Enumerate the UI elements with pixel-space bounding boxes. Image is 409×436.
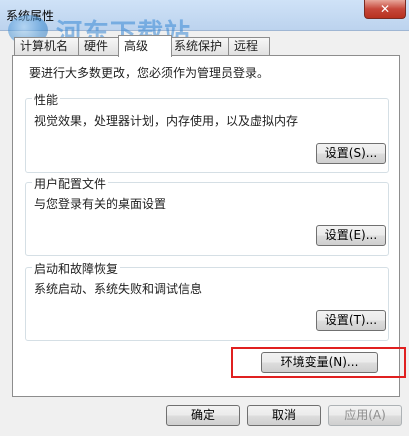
performance-title: 性能 — [32, 91, 61, 108]
performance-group: 性能 视觉效果，处理器计划，内存使用，以及虚拟内存 设置(S)... — [25, 91, 389, 173]
startup-desc: 系统启动、系统失败和调试信息 — [34, 282, 203, 296]
startup-recovery-group: 启动和故障恢复 系统启动、系统失败和调试信息 设置(T)... — [25, 260, 389, 341]
title-bar: 系统属性 ✕ — [0, 0, 409, 31]
user-profiles-group: 用户配置文件 与您登录有关的桌面设置 设置(E)... — [25, 175, 389, 256]
tab-system-protection[interactable]: 系统保护 — [168, 37, 234, 55]
performance-settings-button[interactable]: 设置(S)... — [316, 143, 386, 164]
user-profiles-settings-button[interactable]: 设置(E)... — [316, 225, 386, 246]
tab-remote[interactable]: 远程 — [228, 37, 270, 55]
tab-computer-name[interactable]: 计算机名 — [14, 37, 80, 55]
close-button[interactable]: ✕ — [364, 0, 406, 19]
user-profiles-desc: 与您登录有关的桌面设置 — [34, 197, 167, 211]
cancel-button[interactable]: 取消 — [247, 405, 321, 426]
user-profiles-title: 用户配置文件 — [32, 175, 109, 192]
environment-variables-button[interactable]: 环境变量(N)... — [261, 352, 378, 373]
startup-title: 启动和故障恢复 — [32, 260, 121, 277]
ok-button[interactable]: 确定 — [166, 405, 240, 426]
close-icon: ✕ — [379, 2, 391, 16]
performance-desc: 视觉效果，处理器计划，内存使用，以及虚拟内存 — [34, 114, 299, 128]
apply-button[interactable]: 应用(A) — [328, 405, 402, 426]
window-title: 系统属性 — [6, 9, 55, 23]
startup-settings-button[interactable]: 设置(T)... — [316, 310, 386, 331]
admin-notice: 要进行大多数更改，您必须作为管理员登录。 — [29, 66, 270, 80]
tab-advanced[interactable]: 高级 — [118, 35, 172, 57]
advanced-panel: 要进行大多数更改，您必须作为管理员登录。 性能 视觉效果，处理器计划，内存使用，… — [12, 55, 400, 397]
